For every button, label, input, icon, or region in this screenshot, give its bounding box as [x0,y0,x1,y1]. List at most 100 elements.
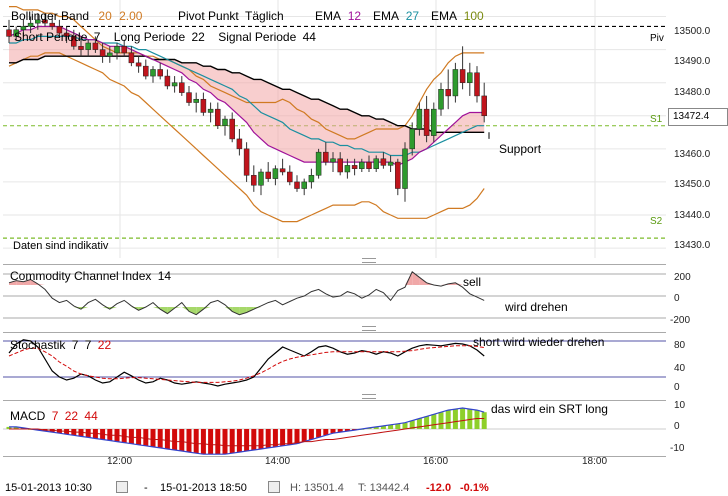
macd-histogram-bar [438,412,444,429]
ema-label: EMA [315,9,341,23]
legend-pivot[interactable]: Pivot Punkt Täglich [178,9,284,23]
macd-histogram-bar [215,429,221,455]
macd-title-text: MACD [10,409,46,423]
macd-axis[interactable]: 10 0 -10 [666,400,728,456]
legend-ema-100[interactable]: EMA 100 [431,9,484,23]
candle-body [164,75,171,87]
resize-handle[interactable] [362,326,376,331]
srt-long-annotation: das wird ein SRT long [491,402,608,416]
macd-panel[interactable]: MACD 7 22 44 das wird ein SRT long [3,400,666,457]
candle-body [416,108,423,130]
macd-histogram-bar [301,429,307,442]
s2-level-label: S2 [650,216,663,227]
sell-annotation: sell [463,275,482,289]
macd-histogram-bar [128,429,134,444]
end-date[interactable]: 15-01-2013 18:50 [160,482,247,494]
candle-body [107,52,113,57]
support-annotation: Support [499,142,542,156]
ema-100-value: 100 [463,9,484,23]
cci-axis[interactable]: 200 0 -200 [666,264,728,326]
candle-body [308,175,315,183]
stochastic-title: Stochastik 7 7 22 [10,338,111,352]
resize-handle[interactable] [362,258,376,263]
stochastic-title-text: Stochastik [10,338,66,352]
candle-body [243,148,250,176]
time-axis[interactable] [3,456,666,479]
s1-level-label: S1 [650,114,663,125]
calendar-icon[interactable] [116,481,128,493]
candle-body [344,165,351,173]
candle-body [279,168,286,173]
stochastic-panel[interactable]: Stochastik 7 7 22 short wird wieder dreh… [3,332,666,395]
macd-histogram-bar [308,429,314,440]
price-tick: 13450.0 [674,179,711,190]
candle-body [78,46,84,50]
footer-bar: 15-01-2013 10:30 - 15-01-2013 18:50 H: 1… [0,478,728,496]
candle-body [171,82,178,87]
macd-histogram-bar [316,429,322,438]
macd-histogram-bar [236,429,242,453]
legend-macd-params[interactable]: Short Periode 7 Long Periode 22 Signal P… [14,30,316,44]
cci-tick: 200 [674,272,691,283]
cci-tick: 0 [674,293,680,304]
low-value: T: 13442.4 [358,482,410,494]
candle-body [49,22,55,27]
cci-panel[interactable]: Commodity Channel Index 14 sell wird dre… [3,264,666,327]
candle-body [301,181,307,189]
price-tick: 13500.0 [674,26,711,37]
macd-histogram-bar [424,416,430,429]
chart-window: Bollinger Band 20 2.00 Pivot Punkt Tägli… [0,0,728,496]
macd-histogram-bar [222,429,228,455]
macd-histogram-bar [431,414,437,429]
price-axis[interactable]: 13500.0 13490.0 13480.0 13472.4 13460.0 … [666,0,728,258]
candle-body [366,161,372,169]
macd-histogram-bar [150,429,156,447]
bollinger-label: Bollinger Band [11,9,90,23]
cci-title-text: Commodity Channel Index [10,269,152,283]
price-tick: 13460.0 [674,149,711,160]
candle-body [423,108,430,136]
candle-body [27,22,34,27]
legend-ema-27[interactable]: EMA 27 [373,9,419,23]
macd-histogram-bar [200,429,206,455]
candle-body [207,108,214,113]
date-separator: - [144,482,148,494]
change-value: -12.0 [426,482,452,494]
legend-bollinger[interactable]: Bollinger Band 20 2.00 [11,9,142,23]
start-date[interactable]: 15-01-2013 10:30 [5,482,92,494]
candle-body [265,171,271,179]
candle-body [387,161,394,166]
candle-body [251,175,257,186]
legend-ema-12[interactable]: EMA 12 [315,9,361,23]
current-price-box: 13472.4 [668,108,728,126]
macd-tick: 0 [674,421,680,432]
stochastic-axis[interactable]: 80 40 0 [666,332,728,394]
cci-tick: -200 [670,315,691,326]
candle-body [150,69,156,77]
macd-short-period: 7 [51,409,59,423]
price-tick: 13490.0 [674,56,711,67]
bollinger-period: 20 [98,9,112,23]
candle-body [409,128,415,150]
high-value: H: 13501.4 [290,482,344,494]
time-tick: 16:00 [423,456,449,467]
short-period-value: 7 [93,30,101,44]
candle-body [294,181,300,189]
candle-body [193,98,199,103]
candle-body [337,158,343,173]
macd-histogram-bar [136,429,142,445]
price-tick: 13440.0 [674,210,711,221]
candle-body [287,171,293,183]
ema-12-value: 12 [347,9,362,23]
candle-body [467,72,473,83]
candle-body [395,161,401,189]
calendar-icon[interactable] [268,481,280,493]
candle-body [114,46,120,54]
resize-handle[interactable] [362,394,376,399]
price-panel[interactable]: Bollinger Band 20 2.00 Pivot Punkt Tägli… [3,0,666,258]
macd-tick: 10 [674,400,686,411]
macd-histogram-bar [474,410,480,429]
macd-histogram-bar [251,429,257,450]
candle-body [438,89,444,110]
price-tick: 13480.0 [674,87,711,98]
